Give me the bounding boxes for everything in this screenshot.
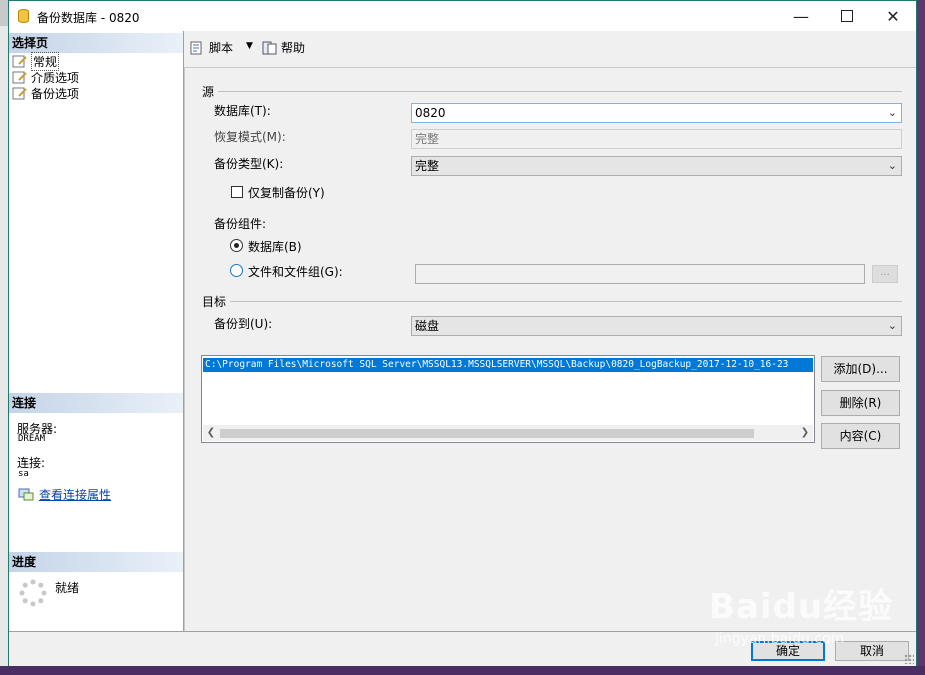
help-button[interactable]: 帮助 — [262, 39, 305, 56]
scroll-right-icon[interactable]: ❯ — [797, 425, 813, 441]
desktop-background — [0, 0, 8, 675]
page-icon — [12, 55, 27, 67]
scroll-left-icon[interactable]: ❮ — [203, 425, 219, 441]
help-icon — [262, 41, 277, 54]
watermark-logo: Baidu经验 — [709, 587, 894, 627]
source-group-title: 源 — [202, 85, 215, 99]
connection-value: sa — [18, 469, 29, 479]
backup-type-label: 备份类型(K): — [214, 157, 284, 171]
left-pane: 选择页 常规 介质选项 备份选项 连接 服务器: DREAM 连接: sa 查看… — [9, 31, 184, 631]
script-label: 脚本 — [209, 41, 234, 55]
maximize-icon — [841, 10, 853, 22]
script-dropdown-arrow-icon[interactable]: ▼ — [246, 41, 253, 51]
page-icon — [12, 87, 27, 99]
progress-spinner-icon — [19, 579, 47, 607]
database-select[interactable]: 0820 ⌄ — [411, 103, 902, 123]
target-group-title: 目标 — [202, 295, 227, 309]
title-bar: 备份数据库 - 0820 — ✕ — [9, 1, 916, 31]
progress-status: 就绪 — [55, 581, 80, 595]
minimize-button[interactable]: — — [778, 1, 824, 31]
recovery-model-label: 恢复模式(M): — [214, 130, 286, 144]
recovery-model-field: 完整 — [411, 129, 902, 149]
cancel-button[interactable]: 取消 — [835, 641, 909, 661]
connection-properties-icon — [18, 488, 34, 501]
toolbar: 脚本 ▼ 帮助 — [184, 31, 916, 67]
backup-to-label: 备份到(U): — [214, 317, 273, 331]
database-icon — [18, 9, 29, 23]
help-label: 帮助 — [281, 41, 306, 55]
horizontal-scrollbar[interactable]: ❮ ❯ — [203, 425, 813, 441]
select-page-header: 选择页 — [9, 33, 183, 53]
contents-button[interactable]: 内容(C) — [821, 423, 900, 449]
progress-header: 进度 — [9, 552, 183, 572]
component-database-label: 数据库(B) — [248, 240, 302, 254]
minimize-icon: — — [793, 6, 809, 26]
desktop-taskbar-edge — [0, 666, 925, 675]
backup-destination-list[interactable]: C:\Program Files\Microsoft SQL Server\MS… — [201, 355, 815, 443]
page-item-label: 备份选项 — [31, 86, 80, 101]
list-item[interactable]: C:\Program Files\Microsoft SQL Server\MS… — [203, 358, 813, 372]
connection-header: 连接 — [9, 393, 183, 413]
resize-grip-icon[interactable] — [904, 654, 914, 664]
target-divider — [230, 301, 902, 302]
page-item-general[interactable]: 常规 — [12, 51, 60, 71]
script-button[interactable]: 脚本 — [190, 39, 233, 56]
backup-type-select[interactable]: 完整 ⌄ — [411, 156, 902, 176]
browse-files-button[interactable]: ... — [872, 265, 898, 283]
backup-type-value: 完整 — [415, 159, 440, 173]
scrollbar-thumb[interactable] — [220, 429, 754, 438]
page-item-backup-options[interactable]: 备份选项 — [12, 85, 79, 101]
backup-dialog: 备份数据库 - 0820 — ✕ 选择页 常规 介质选项 备份选项 连接 服务器… — [8, 0, 917, 666]
general-page-content: 源 数据库(T): 0820 ⌄ 恢复模式(M): 完整 备份类型(K): 完整… — [184, 67, 916, 631]
server-value: DREAM — [18, 434, 46, 444]
window-title: 备份数据库 - 0820 — [37, 11, 140, 25]
add-destination-button[interactable]: 添加(D)... — [821, 356, 900, 382]
backup-to-value: 磁盘 — [415, 319, 440, 333]
close-button[interactable]: ✕ — [870, 1, 916, 31]
chevron-down-icon: ⌄ — [887, 319, 897, 332]
copy-only-label: 仅复制备份(Y) — [248, 186, 325, 200]
desktop-window-edge — [0, 0, 8, 26]
files-filegroups-input[interactable] — [415, 264, 865, 284]
backup-to-select[interactable]: 磁盘 ⌄ — [411, 316, 902, 336]
source-divider — [218, 91, 902, 92]
remove-destination-button[interactable]: 删除(R) — [821, 390, 900, 416]
database-value: 0820 — [415, 106, 446, 120]
view-connection-properties-link[interactable]: 查看连接属性 — [39, 486, 111, 503]
watermark-url: jingyan.baidu.com — [715, 631, 845, 647]
page-item-label: 介质选项 — [31, 70, 80, 85]
chevron-down-icon: ⌄ — [887, 159, 897, 172]
close-icon: ✕ — [886, 6, 900, 26]
page-item-media-options[interactable]: 介质选项 — [12, 69, 79, 85]
component-database-radio[interactable] — [230, 239, 243, 252]
backup-component-label: 备份组件: — [214, 217, 267, 231]
chevron-down-icon: ⌄ — [887, 106, 897, 119]
recovery-model-value: 完整 — [415, 132, 440, 146]
database-label: 数据库(T): — [214, 104, 271, 118]
copy-only-checkbox[interactable] — [231, 186, 243, 198]
component-files-label: 文件和文件组(G): — [248, 265, 343, 279]
maximize-button[interactable] — [824, 1, 870, 31]
page-icon — [12, 71, 27, 83]
component-files-radio[interactable] — [230, 264, 243, 277]
script-icon — [190, 41, 202, 54]
